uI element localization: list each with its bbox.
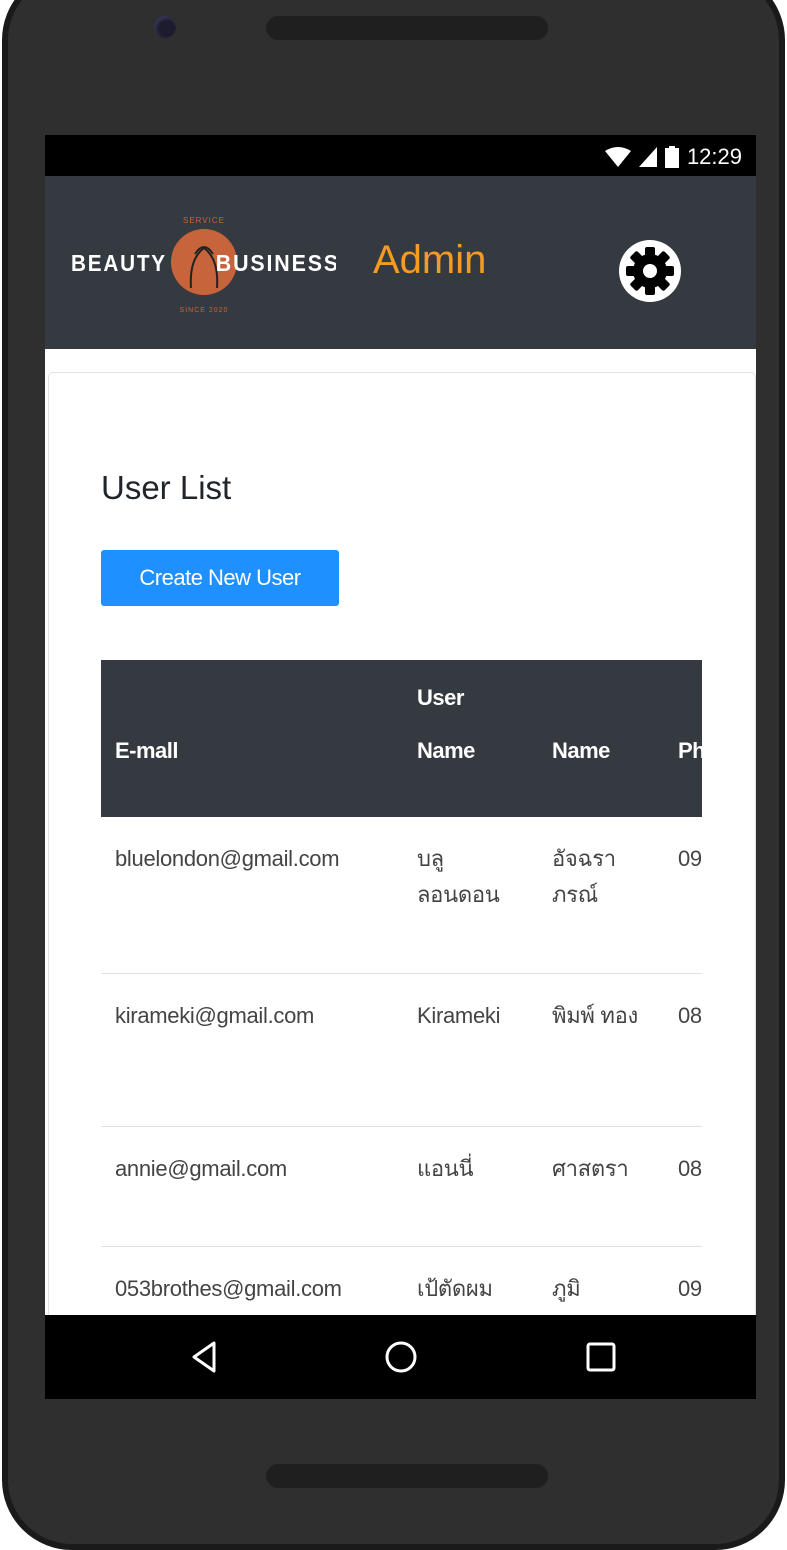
home-icon[interactable] — [381, 1337, 421, 1377]
device-screen: 12:29 SERVICE BEAUTY BUSINESS SINCE 2020… — [45, 135, 756, 1399]
cell-name: อัจฉรา ภรณ์ — [538, 817, 664, 974]
app-header: SERVICE BEAUTY BUSINESS SINCE 2020 Admin — [45, 176, 756, 349]
gear-icon[interactable] — [618, 239, 682, 303]
recents-icon[interactable] — [581, 1337, 621, 1377]
cell-user-name: แอนนี่ — [403, 1126, 538, 1247]
earpiece-speaker — [266, 16, 548, 40]
logo-top-text: SERVICE — [183, 216, 225, 225]
table-row[interactable]: bluelondon@gmail.com บลู ลอนดอน อัจฉรา ภ… — [101, 817, 702, 974]
cell-name: ศาสตรา — [538, 1126, 664, 1247]
create-new-user-button[interactable]: Create New User — [101, 550, 339, 606]
cell-email: annie@gmail.com — [101, 1126, 403, 1247]
page-title: User List — [101, 469, 232, 506]
header-phone-number: Ph Nu — [664, 660, 702, 817]
user-table: E-mall User Name Name Ph Nu bluelondon@g… — [101, 660, 702, 1332]
cell-email: bluelondon@gmail.com — [101, 817, 403, 974]
cell-name: พิมพ์ ทอง — [538, 973, 664, 1127]
back-icon[interactable] — [184, 1337, 224, 1377]
beauty-business-logo[interactable]: SERVICE BEAUTY BUSINESS SINCE 2020 — [71, 214, 336, 314]
header-user-name: User Name — [403, 660, 538, 817]
wifi-icon — [604, 147, 631, 167]
admin-title: Admin — [373, 238, 487, 282]
bottom-speaker — [266, 1464, 548, 1488]
battery-icon — [664, 146, 679, 168]
cell-user-name: บลู ลอนดอน — [403, 817, 538, 974]
user-list-card: User List Create New User E-mall User Na… — [48, 372, 756, 1399]
cell-phone: 08 — [664, 973, 702, 1127]
cell-user-name: Kirameki — [403, 973, 538, 1127]
cell-email: kirameki@gmail.com — [101, 973, 403, 1127]
front-camera — [154, 16, 176, 38]
logo-left-word: BEAUTY — [71, 250, 167, 276]
header-email: E-mall — [101, 660, 403, 817]
logo-bottom-text: SINCE 2020 — [180, 307, 229, 314]
table-header-row: E-mall User Name Name Ph Nu — [101, 660, 702, 817]
status-time: 12:29 — [686, 144, 742, 169]
status-bar: 12:29 — [45, 135, 756, 176]
user-table-container[interactable]: E-mall User Name Name Ph Nu bluelondon@g… — [101, 660, 702, 1380]
signal-icon — [638, 147, 657, 167]
table-row[interactable]: annie@gmail.com แอนนี่ ศาสตรา 08 — [101, 1126, 702, 1247]
system-nav-bar — [45, 1315, 756, 1399]
logo-right-word: BUSINESS — [216, 250, 336, 276]
cell-phone: 09 — [664, 817, 702, 974]
header-name: Name — [538, 660, 664, 817]
status-icons: 12:29 — [604, 144, 742, 170]
table-row[interactable]: kirameki@gmail.com Kirameki พิมพ์ ทอง 08 — [101, 973, 702, 1127]
cell-phone: 08 — [664, 1126, 702, 1247]
